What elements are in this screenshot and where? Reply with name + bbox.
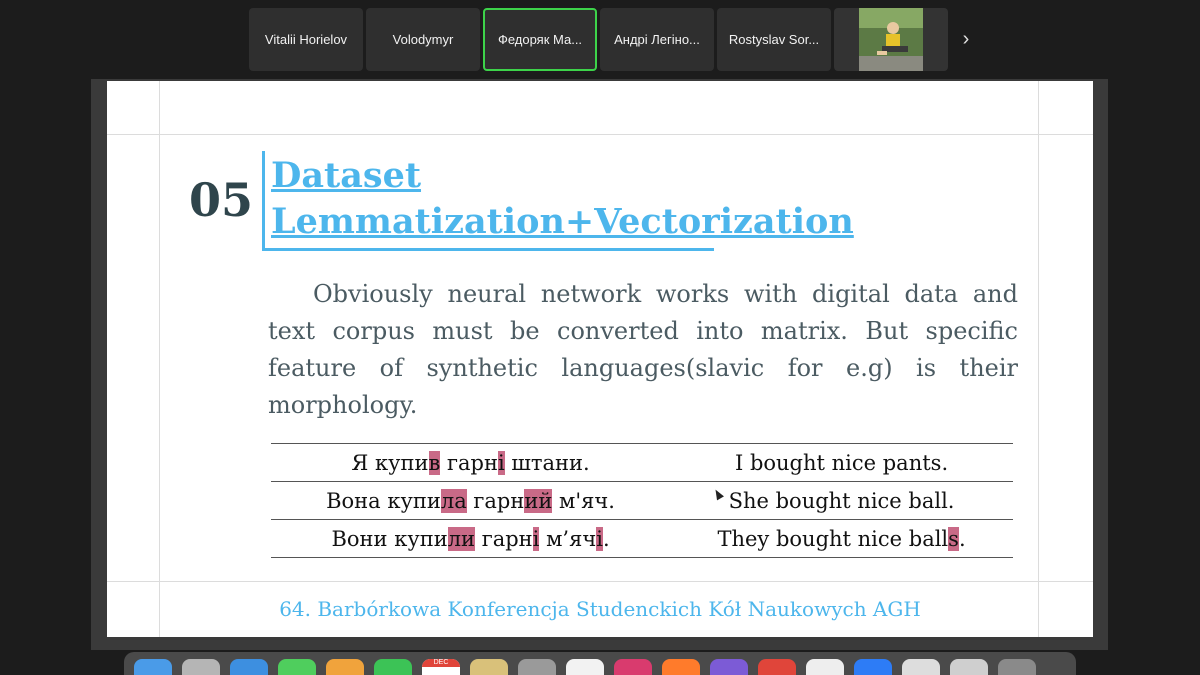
dock: DEC [124, 652, 1076, 675]
slide-title-line2: Lemmatization+Vectorization [271, 201, 854, 242]
document-icon[interactable] [806, 659, 844, 675]
slide-title-line1: Dataset [271, 155, 422, 196]
firefox-icon[interactable] [662, 659, 700, 675]
slide-number: 05 [189, 173, 254, 227]
ukrainian-sentence: Вона купила гарний м'яч. [271, 481, 671, 520]
participant-name: Volodymyr [392, 32, 454, 47]
highlighted-ending: і [497, 450, 505, 475]
sentence-fragment: She bought nice ball. [728, 488, 955, 513]
notes-icon[interactable] [470, 659, 508, 675]
participant-video-tile[interactable] [834, 8, 948, 71]
calendar-icon[interactable]: DEC [422, 659, 460, 675]
highlighted-ending: і [596, 526, 603, 551]
highlighted-ending: в [428, 450, 441, 475]
zoom-icon[interactable] [854, 659, 892, 675]
participant-tile[interactable]: Volodymyr [366, 8, 480, 71]
app-icon[interactable] [566, 659, 604, 675]
table-row: Вона купила гарний м'яч. She bought nice … [271, 481, 1013, 520]
english-sentence: They bought nice balls. [670, 519, 1013, 558]
sentence-fragment: . [958, 526, 966, 551]
sentence-fragment: They bought nice ball [717, 526, 949, 551]
table-row: Я купив гарні штани. I bought nice pants. [271, 443, 1013, 482]
morphology-examples-table: Я купив гарні штани. I bought nice pants.… [271, 443, 1013, 558]
participant-name: Федоряк Ма... [497, 32, 583, 47]
ukrainian-sentence: Вони купили гарні м’ячі. [271, 519, 671, 558]
launchpad-icon[interactable] [182, 659, 220, 675]
sentence-fragment: штани. [504, 450, 590, 475]
participants-strip: Vitalii Horielov Volodymyr Федоряк Ма...… [0, 0, 1200, 79]
sentence-fragment: Вони купи [331, 526, 448, 551]
guide-line [159, 81, 160, 637]
safari-icon[interactable] [230, 659, 268, 675]
participant-name: Vitalii Horielov [264, 32, 348, 47]
guide-line [1038, 81, 1039, 637]
slide-title: Dataset Lemmatization+Vectorization [271, 153, 854, 245]
pen-icon[interactable] [902, 659, 940, 675]
guide-line [107, 581, 1093, 582]
slide: 05 Dataset Lemmatization+Vectorization O… [107, 81, 1093, 637]
calendar-month-label: DEC [422, 659, 460, 667]
sentence-fragment: I bought nice pants. [734, 450, 949, 475]
table-row: Вони купили гарні м’ячі. They bought nice… [271, 519, 1013, 558]
viber-icon[interactable] [710, 659, 748, 675]
english-sentence: I bought nice pants. [670, 443, 1013, 482]
highlighted-ending: ий [524, 488, 553, 513]
participant-tile[interactable]: Андрі Легіно... [600, 8, 714, 71]
guide-line [107, 134, 1093, 135]
system-preferences-icon[interactable] [518, 659, 556, 675]
title-underline-bar [262, 248, 714, 251]
slide-footer: 64. Barbórkowa Konferencja Studenckich K… [279, 597, 921, 621]
participant-video-thumbnail [859, 8, 923, 71]
preview-icon[interactable] [950, 659, 988, 675]
next-participants-chevron-icon[interactable]: › [951, 8, 981, 71]
ukrainian-sentence: Я купив гарні штани. [271, 443, 671, 482]
sentence-fragment: Вона купи [326, 488, 441, 513]
highlighted-ending: ла [440, 488, 467, 513]
facetime-icon[interactable] [374, 659, 412, 675]
sentence-fragment: гарн [466, 488, 525, 513]
photos-icon[interactable] [326, 659, 364, 675]
jetbrains-icon[interactable] [614, 659, 652, 675]
chrome-icon[interactable] [758, 659, 796, 675]
title-accent-bar [262, 151, 265, 251]
participant-name: Андрі Легіно... [614, 32, 700, 47]
slide-paragraph: Obviously neural network works with digi… [268, 280, 1018, 419]
messages-icon[interactable] [278, 659, 316, 675]
participant-tile[interactable]: Vitalii Horielov [249, 8, 363, 71]
english-sentence: She bought nice ball. [670, 481, 1013, 520]
participant-name: Rostyslav Sor... [728, 32, 820, 47]
highlighted-ending: s [948, 526, 959, 551]
highlighted-ending: ли [447, 526, 476, 551]
finder-icon[interactable] [134, 659, 172, 675]
sentence-fragment: гарн [475, 526, 533, 551]
participant-tile[interactable]: Rostyslav Sor... [717, 8, 831, 71]
sentence-fragment: . [602, 526, 610, 551]
sentence-fragment: гарн [440, 450, 498, 475]
sentence-fragment: м’яч [539, 526, 597, 551]
participant-tile-active-speaker[interactable]: Федоряк Ма... [483, 8, 597, 71]
sentence-fragment: Я купи [351, 450, 429, 475]
trash-icon[interactable] [998, 659, 1036, 675]
sentence-fragment: м'яч. [552, 488, 615, 513]
